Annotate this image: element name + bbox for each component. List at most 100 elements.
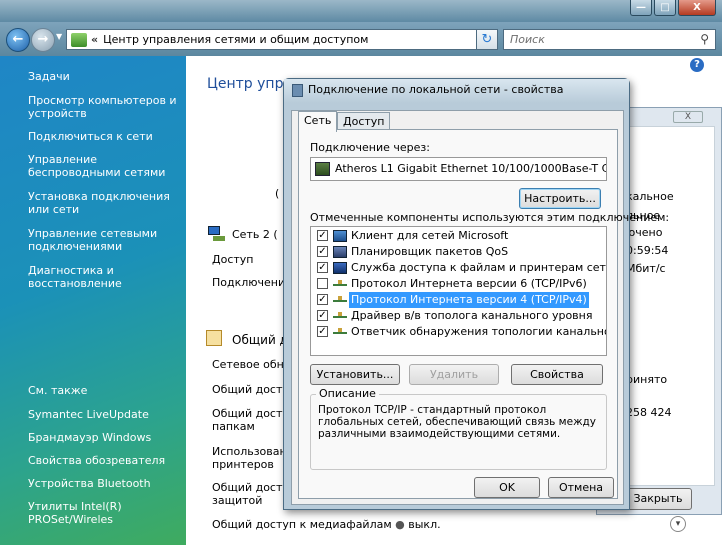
- sidebar-item-manage-connections[interactable]: Управление сетевыми подключениями: [28, 227, 180, 253]
- sharing-heading: Общий д: [232, 333, 288, 347]
- component-checkbox[interactable]: [317, 278, 328, 289]
- list-item[interactable]: ✓ Служба доступа к файлам и принтерам се…: [311, 260, 606, 276]
- sharing-row-printers: Использовани принтеров: [212, 445, 294, 471]
- description-group: Описание Протокол TCP/IP - стандартный п…: [310, 387, 607, 470]
- network-center-icon: [71, 32, 87, 47]
- component-label: Протокол Интернета версии 6 (TCP/IPv6): [351, 277, 587, 290]
- sidebar-link-liveupdate[interactable]: Symantec LiveUpdate: [28, 408, 180, 421]
- component-checkbox[interactable]: ✓: [317, 310, 328, 321]
- component-checkbox[interactable]: ✓: [317, 294, 328, 305]
- connect-using-label: Подключение через:: [310, 141, 430, 154]
- media-label: Общий доступ к медиафайлам: [212, 518, 392, 531]
- status-value-3: ючено: [626, 226, 663, 239]
- close-window-button[interactable]: X: [678, 0, 716, 16]
- status-value-6: ринято: [626, 373, 668, 386]
- list-item[interactable]: ✓ Драйвер в/в тополога канального уровня: [311, 308, 606, 324]
- properties-dialog: Подключение по локальной сети - свойства…: [283, 78, 669, 510]
- protocol-icon: [333, 296, 347, 302]
- status-close-icon[interactable]: X: [673, 111, 703, 123]
- configure-button[interactable]: Настроить...: [519, 188, 601, 209]
- network-tab-panel: Подключение через: Atheros L1 Gigabit Et…: [298, 129, 669, 499]
- sidebar-item-setup-connection[interactable]: Установка подключения или сети: [28, 190, 180, 216]
- dialog-title: Подключение по локальной сети - свойства: [308, 83, 564, 96]
- component-label: Служба доступа к файлам и принтерам сете…: [351, 261, 606, 274]
- description-text: Протокол TCP/IP - стандартный протокол г…: [318, 404, 596, 440]
- component-label: Ответчик обнаружения топологии канальног…: [351, 325, 606, 338]
- sidebar-link-intel-proset[interactable]: Утилиты Intel(R) PROSet/Wireles: [28, 500, 180, 526]
- see-also-heading: См. также: [28, 384, 88, 397]
- connection-label: Подключение: [212, 276, 292, 289]
- search-icon[interactable]: ⚲: [700, 32, 709, 46]
- component-label: Драйвер в/в тополога канального уровня: [351, 309, 593, 322]
- sidebar-item-connect[interactable]: Подключиться к сети: [28, 130, 180, 143]
- task-sidebar: Задачи Просмотр компьютеров и устройств …: [0, 56, 186, 545]
- sharing-row-media: Общий доступ к медиафайлам ● выкл.: [212, 518, 441, 531]
- page-title: Центр упра: [207, 76, 293, 92]
- breadcrumb-overflow[interactable]: «: [91, 33, 98, 46]
- cancel-button[interactable]: Отмена: [548, 477, 614, 498]
- tab-network[interactable]: Сеть: [298, 111, 338, 132]
- status-value-1: кальное: [626, 190, 674, 203]
- sidebar-link-bluetooth[interactable]: Устройства Bluetooth: [28, 477, 180, 490]
- forward-button[interactable]: →: [31, 28, 55, 52]
- status-value-5: Мбит/с: [626, 262, 666, 275]
- network-name: Сеть 2 (: [232, 228, 278, 241]
- network-icon: [208, 226, 226, 242]
- network-card-icon: [315, 162, 330, 176]
- component-checkbox[interactable]: ✓: [317, 262, 328, 273]
- description-label: Описание: [316, 387, 379, 400]
- network-adapter-icon: [292, 84, 303, 97]
- search-placeholder: Поиск: [510, 33, 545, 46]
- sidebar-item-wireless[interactable]: Управление беспроводными сетями: [28, 153, 180, 179]
- minimize-button[interactable]: —: [630, 0, 652, 16]
- back-button[interactable]: ←: [6, 28, 30, 52]
- uninstall-button[interactable]: Удалить: [409, 364, 499, 385]
- window-titlebar: — □ X: [0, 0, 722, 22]
- file-sharing-icon: [333, 262, 347, 274]
- client-icon: [333, 230, 347, 242]
- breadcrumb-path[interactable]: Центр управления сетями и общим доступом: [103, 33, 368, 46]
- sidebar-link-internet-options[interactable]: Свойства обозревателя: [28, 454, 180, 467]
- help-icon[interactable]: ?: [690, 58, 704, 72]
- list-item[interactable]: ✓ Ответчик обнаружения топологии канальн…: [311, 324, 606, 340]
- refresh-button[interactable]: ↻: [476, 29, 498, 50]
- sidebar-link-firewall[interactable]: Брандмауэр Windows: [28, 431, 180, 444]
- access-label: Доступ: [212, 253, 254, 266]
- sidebar-item-view-computers[interactable]: Просмотр компьютеров и устройств: [28, 94, 180, 120]
- component-label: Протокол Интернета версии 4 (TCP/IPv4): [349, 292, 589, 308]
- properties-button[interactable]: Свойства: [511, 364, 603, 385]
- expand-chevron-icon[interactable]: ▾: [670, 516, 686, 532]
- sharing-icon: [206, 330, 222, 346]
- recent-pages-dropdown[interactable]: ▼: [56, 32, 62, 41]
- media-value: выкл.: [408, 518, 441, 531]
- title-paren: (: [275, 187, 280, 200]
- component-checkbox[interactable]: ✓: [317, 230, 328, 241]
- adapter-field: Atheros L1 Gigabit Ethernet 10/100/1000B…: [310, 157, 607, 181]
- adapter-name: Atheros L1 Gigabit Ethernet 10/100/1000B…: [335, 162, 606, 175]
- status-value-7: 258 424: [626, 406, 672, 419]
- ok-button[interactable]: OK: [474, 477, 540, 498]
- component-checkbox[interactable]: ✓: [317, 246, 328, 257]
- maximize-button[interactable]: □: [654, 0, 676, 16]
- protocol-icon: [333, 280, 347, 286]
- component-label: Клиент для сетей Microsoft: [351, 229, 509, 242]
- address-toolbar: ← → ▼ « Центр управления сетями и общим …: [0, 22, 722, 56]
- dialog-titlebar: Подключение по локальной сети - свойства: [284, 79, 629, 103]
- component-checkbox[interactable]: ✓: [317, 326, 328, 337]
- status-close-button[interactable]: Закрыть: [624, 488, 692, 510]
- address-bar[interactable]: « Центр управления сетями и общим доступ…: [66, 29, 498, 50]
- list-item[interactable]: ✓ Клиент для сетей Microsoft: [311, 228, 606, 244]
- status-value-4: 0:59:54: [626, 244, 669, 257]
- protocol-icon: [333, 312, 347, 318]
- search-input[interactable]: Поиск ⚲: [503, 29, 716, 50]
- component-label: Планировщик пакетов QoS: [351, 245, 509, 258]
- tasks-heading: Задачи: [28, 70, 70, 83]
- sidebar-item-diagnose[interactable]: Диагностика и восстановление: [28, 264, 180, 290]
- list-item-selected[interactable]: ✓ Протокол Интернета версии 4 (TCP/IPv4): [311, 292, 606, 308]
- list-item[interactable]: ✓ Планировщик пакетов QoS: [311, 244, 606, 260]
- install-button[interactable]: Установить...: [310, 364, 400, 385]
- protocol-icon: [333, 328, 347, 334]
- components-label: Отмеченные компоненты используются этим …: [310, 211, 670, 224]
- components-list[interactable]: ✓ Клиент для сетей Microsoft ✓ Планировщ…: [310, 226, 607, 356]
- list-item[interactable]: Протокол Интернета версии 6 (TCP/IPv6): [311, 276, 606, 292]
